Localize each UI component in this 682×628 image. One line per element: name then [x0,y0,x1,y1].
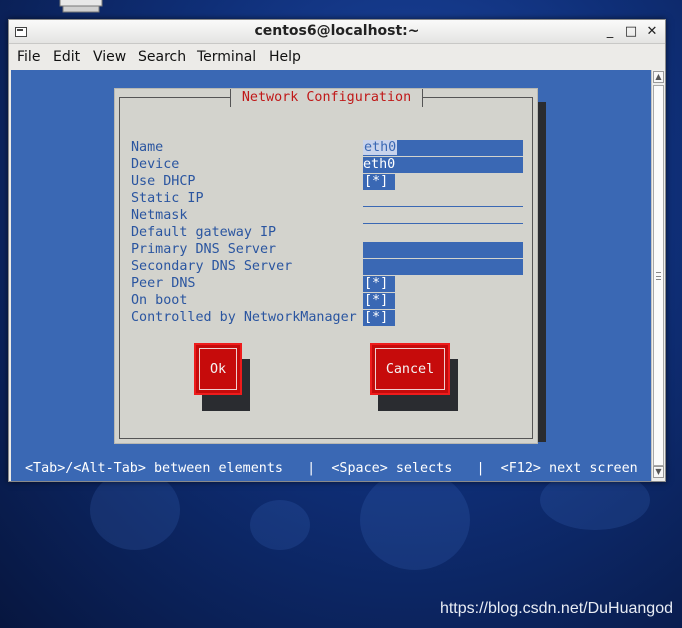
secondary-dns-field[interactable] [363,259,523,275]
label-primary-dns: Primary DNS Server [131,242,277,257]
menu-bar: File Edit View Search Terminal Help [9,44,665,70]
label-name: Name [131,140,164,155]
status-line: <Tab>/<Alt-Tab> between elements | <Spac… [25,461,638,476]
window-title: centos6@localhost:~ [254,23,420,39]
cancel-button-label: Cancel [375,348,445,390]
default-gateway-field[interactable] [363,225,523,241]
title-bar[interactable]: centos6@localhost:~ _ □ ✕ [9,20,665,44]
use-dhcp-checkbox[interactable]: [*] [363,174,395,190]
dialog-title: Network Configuration [230,89,423,107]
label-use-dhcp: Use DHCP [131,174,196,189]
peer-dns-checkbox[interactable]: [*] [363,276,395,292]
label-secondary-dns: Secondary DNS Server [131,259,293,274]
close-button[interactable]: ✕ [643,23,661,41]
on-boot-checkbox[interactable]: [*] [363,293,395,309]
menu-view[interactable]: View [93,49,126,65]
label-on-boot: On boot [131,293,188,308]
menu-help[interactable]: Help [269,49,301,65]
device-field[interactable]: eth0 [363,157,523,173]
menu-edit[interactable]: Edit [53,49,80,65]
network-manager-checkbox[interactable]: [*] [363,310,395,326]
network-config-dialog: Network Configuration Name eth0 Device e… [114,88,538,444]
name-field[interactable]: eth0 [363,140,523,156]
computer-icon[interactable] [58,0,104,16]
primary-dns-field[interactable] [363,242,523,258]
label-default-gateway: Default gateway IP [131,225,277,240]
scroll-down-arrow-icon[interactable]: ▼ [653,466,664,478]
minimize-button[interactable]: _ [601,23,619,41]
static-ip-field[interactable] [363,191,523,207]
scroll-up-arrow-icon[interactable]: ▲ [653,71,664,83]
label-device: Device [131,157,180,172]
menu-file[interactable]: File [17,49,40,65]
terminal-area[interactable]: Network Configuration Name eth0 Device e… [11,70,651,481]
background-bubble [360,470,470,570]
background-bubble [250,500,310,550]
watermark: https://blog.csdn.net/DuHuangod [439,600,673,617]
menu-search[interactable]: Search [138,49,186,65]
label-peer-dns: Peer DNS [131,276,196,291]
name-value: eth0 [363,140,398,155]
background-bubble [90,470,180,550]
ok-button[interactable]: Ok [194,343,242,395]
ok-button-label: Ok [199,348,237,390]
grip-icon [656,272,661,280]
netmask-field[interactable] [363,208,523,224]
vertical-scrollbar[interactable]: ▲ ▼ [651,70,665,481]
label-network-manager: Controlled by NetworkManager [131,310,357,325]
label-static-ip: Static IP [131,191,204,206]
menu-terminal[interactable]: Terminal [197,49,256,65]
label-netmask: Netmask [131,208,188,223]
cancel-button[interactable]: Cancel [370,343,450,395]
scrollbar-thumb[interactable] [653,85,664,466]
terminal-window: centos6@localhost:~ _ □ ✕ File Edit View… [8,19,666,482]
maximize-button[interactable]: □ [622,23,640,41]
